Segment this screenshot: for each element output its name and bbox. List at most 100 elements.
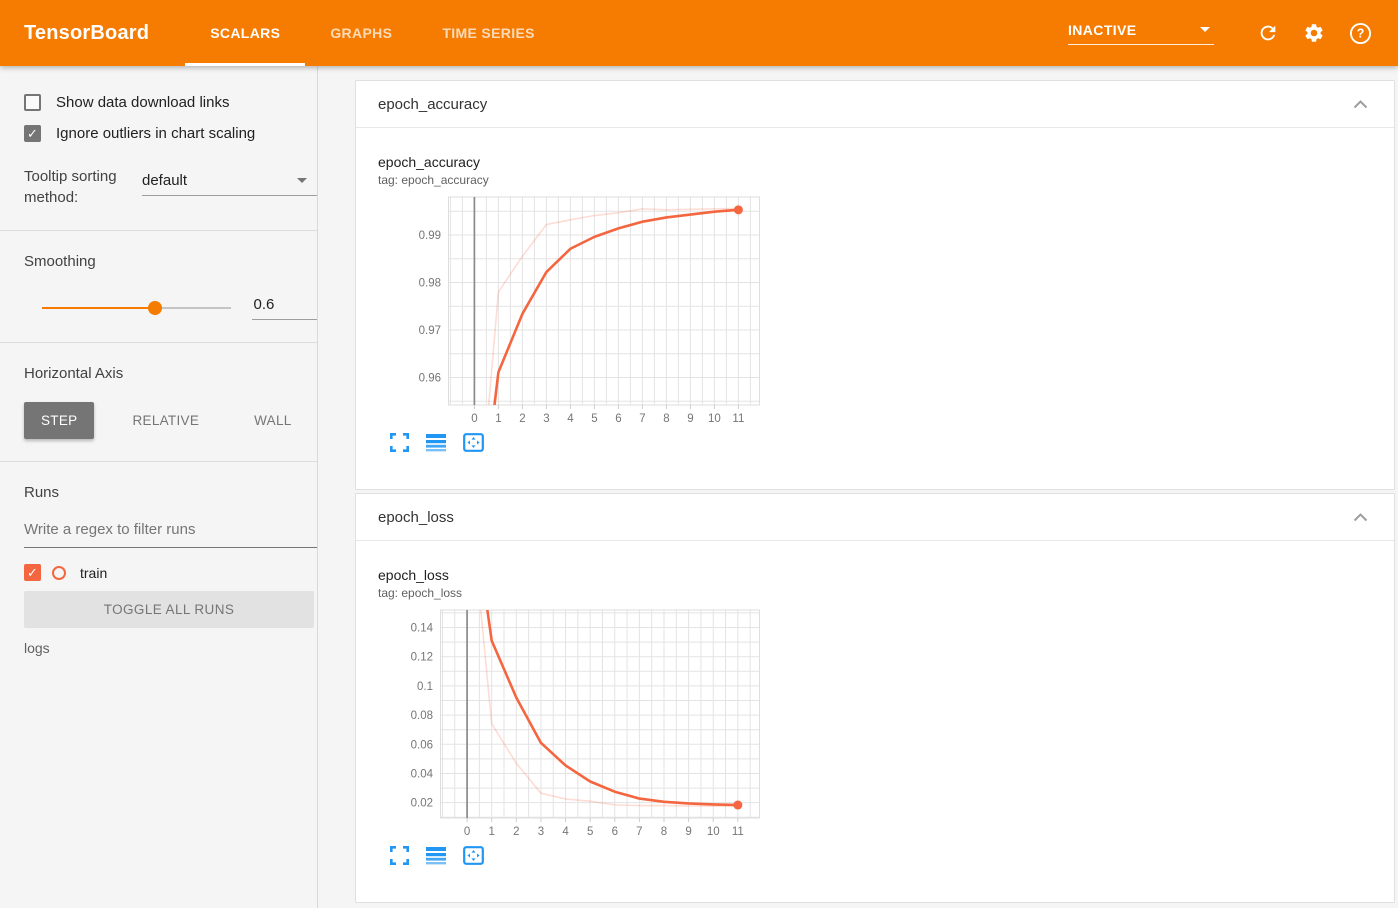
gear-icon[interactable]: [1302, 21, 1326, 45]
checkbox-icon[interactable]: [24, 125, 41, 142]
tooltip-sorting-value: default: [142, 172, 188, 189]
collapse-chevron-up-icon[interactable]: [1348, 92, 1372, 116]
reload-status-dropdown[interactable]: INACTIVE: [1068, 22, 1214, 45]
svg-text:0.99: 0.99: [419, 230, 441, 242]
tab-graphs[interactable]: GRAPHS: [305, 0, 417, 66]
tab-scalars[interactable]: SCALARS: [185, 0, 306, 66]
app-header: TensorBoard SCALARS GRAPHS TIME SERIES I…: [0, 0, 1398, 66]
svg-text:0.97: 0.97: [419, 325, 441, 337]
svg-text:1: 1: [495, 413, 501, 425]
chevron-down-icon: [297, 178, 307, 183]
run-filter-input[interactable]: [24, 515, 317, 548]
checkbox-label: Show data download links: [56, 94, 230, 111]
svg-text:8: 8: [661, 826, 667, 838]
svg-text:3: 3: [543, 413, 549, 425]
dashboard-main: epoch_accuracy epoch_accuracy tag: epoch…: [318, 66, 1398, 908]
svg-text:9: 9: [685, 826, 691, 838]
svg-text:4: 4: [562, 826, 569, 838]
svg-text:0.1: 0.1: [417, 681, 433, 693]
help-icon[interactable]: ?: [1348, 21, 1372, 45]
chevron-down-icon: [1200, 27, 1210, 32]
log-scale-icon[interactable]: [425, 431, 447, 453]
divider: [0, 461, 317, 462]
toggle-all-runs-button[interactable]: TOGGLE ALL RUNS: [24, 591, 314, 628]
tab-bar: SCALARS GRAPHS TIME SERIES: [185, 0, 560, 66]
svg-text:7: 7: [639, 413, 645, 425]
svg-text:1: 1: [488, 826, 494, 838]
expand-chart-icon[interactable]: [388, 844, 410, 866]
runs-folder-label: logs: [24, 640, 50, 656]
chart-title: epoch_loss: [378, 567, 449, 583]
svg-text:0.96: 0.96: [419, 372, 441, 384]
chart-tag: tag: epoch_accuracy: [378, 173, 489, 187]
chart-title: epoch_accuracy: [378, 154, 480, 170]
svg-text:10: 10: [707, 826, 720, 838]
checkbox-label: Ignore outliers in chart scaling: [56, 125, 256, 142]
svg-text:6: 6: [612, 826, 618, 838]
run-item-train[interactable]: train: [24, 564, 317, 581]
svg-text:11: 11: [732, 826, 744, 838]
slider-thumb[interactable]: [148, 301, 163, 315]
horizontal-axis-toggle: STEP RELATIVE WALL: [24, 402, 317, 439]
divider: [0, 230, 317, 231]
svg-text:0.06: 0.06: [411, 739, 433, 751]
run-item-label: train: [80, 564, 108, 581]
chart-tag: tag: epoch_loss: [378, 586, 463, 600]
chart-actions: [388, 431, 1394, 453]
axis-option-relative[interactable]: RELATIVE: [115, 402, 216, 439]
scalar-card-epoch-accuracy: epoch_accuracy epoch_accuracy tag: epoch…: [355, 80, 1395, 490]
card-title: epoch_accuracy: [378, 95, 488, 113]
smoothing-label: Smoothing: [24, 253, 96, 270]
svg-text:0: 0: [464, 826, 470, 838]
line-chart-epoch-loss[interactable]: 0.02 0.04 0.06 0.08 0.1 0.12 0.14 0 1 2 3 4 5 6 7 8 9 10 1…: [378, 604, 1394, 842]
fit-domain-icon[interactable]: [462, 431, 484, 453]
fit-domain-icon[interactable]: [462, 844, 484, 866]
svg-text:0.98: 0.98: [419, 277, 441, 289]
scalar-card-epoch-loss: epoch_loss epoch_loss tag: epoch_loss 0.…: [355, 493, 1395, 903]
tooltip-sorting-dropdown[interactable]: default: [142, 170, 317, 196]
checkbox-icon[interactable]: [24, 94, 41, 111]
svg-text:2: 2: [513, 826, 519, 838]
svg-text:0.08: 0.08: [411, 710, 433, 722]
svg-text:10: 10: [708, 413, 721, 425]
svg-text:11: 11: [732, 413, 744, 425]
axis-option-step[interactable]: STEP: [24, 402, 95, 439]
header-actions: INACTIVE ?: [1068, 21, 1372, 45]
horizontal-axis-label: Horizontal Axis: [24, 365, 124, 382]
divider: [0, 342, 317, 343]
svg-text:0.02: 0.02: [411, 798, 433, 810]
run-isolator-radio-icon[interactable]: [52, 565, 66, 580]
ignore-outliers-checkbox[interactable]: Ignore outliers in chart scaling: [24, 125, 317, 142]
svg-text:9: 9: [687, 413, 693, 425]
card-title: epoch_loss: [378, 508, 454, 526]
runs-label: Runs: [24, 484, 60, 501]
svg-text:0.04: 0.04: [411, 768, 434, 780]
tooltip-sorting-label: Tooltip sorting method:: [24, 168, 117, 206]
card-header: epoch_loss: [356, 494, 1394, 541]
svg-text:0.12: 0.12: [411, 652, 433, 664]
svg-text:?: ?: [1356, 26, 1364, 40]
smoothing-slider[interactable]: [42, 301, 231, 315]
refresh-icon[interactable]: [1256, 21, 1280, 45]
reload-status-value: INACTIVE: [1068, 21, 1137, 38]
svg-text:6: 6: [615, 413, 621, 425]
app-title: TensorBoard: [24, 21, 150, 44]
collapse-chevron-up-icon[interactable]: [1348, 505, 1372, 529]
settings-sidebar: Show data download links Ignore outliers…: [0, 66, 318, 908]
run-checkbox-icon[interactable]: [24, 564, 41, 581]
log-scale-icon[interactable]: [425, 844, 447, 866]
show-download-links-checkbox[interactable]: Show data download links: [24, 94, 317, 111]
line-chart-epoch-accuracy[interactable]: 0.96 0.97 0.98 0.99 0 1 2 3 4 5 6 7 8 9 10 11: [378, 191, 1394, 429]
chart-actions: [388, 844, 1394, 866]
tab-time-series[interactable]: TIME SERIES: [417, 0, 560, 66]
smoothing-value[interactable]: 0.6: [251, 296, 317, 320]
svg-text:3: 3: [538, 826, 544, 838]
svg-text:0: 0: [471, 413, 477, 425]
svg-text:2: 2: [519, 413, 525, 425]
expand-chart-icon[interactable]: [388, 431, 410, 453]
axis-option-wall[interactable]: WALL: [237, 402, 308, 439]
svg-text:5: 5: [591, 413, 597, 425]
card-header: epoch_accuracy: [356, 81, 1394, 128]
svg-text:8: 8: [663, 413, 669, 425]
svg-text:4: 4: [567, 413, 574, 425]
